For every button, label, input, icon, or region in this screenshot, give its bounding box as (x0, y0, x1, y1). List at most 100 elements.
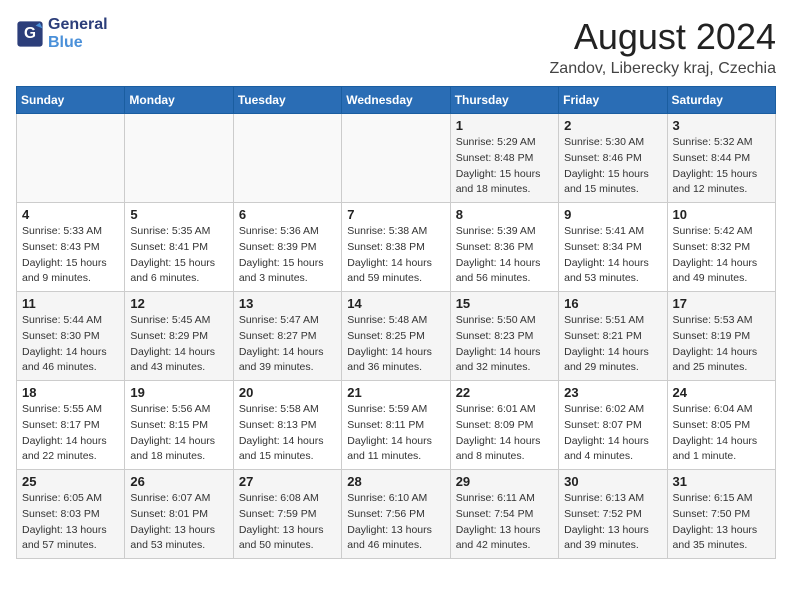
day-detail: Sunrise: 5:41 AMSunset: 8:34 PMDaylight:… (564, 224, 661, 287)
weekday-header-wednesday: Wednesday (342, 87, 450, 114)
calendar-cell (233, 114, 341, 203)
day-number: 6 (239, 207, 336, 222)
day-number: 1 (456, 118, 553, 133)
day-number: 8 (456, 207, 553, 222)
day-number: 30 (564, 474, 661, 489)
day-detail: Sunrise: 5:39 AMSunset: 8:36 PMDaylight:… (456, 224, 553, 287)
calendar-cell: 9 Sunrise: 5:41 AMSunset: 8:34 PMDaylight… (559, 203, 667, 292)
day-detail: Sunrise: 6:07 AMSunset: 8:01 PMDaylight:… (130, 491, 227, 554)
day-number: 17 (673, 296, 770, 311)
day-detail: Sunrise: 5:32 AMSunset: 8:44 PMDaylight:… (673, 135, 770, 198)
day-detail: Sunrise: 6:02 AMSunset: 8:07 PMDaylight:… (564, 402, 661, 465)
day-detail: Sunrise: 5:42 AMSunset: 8:32 PMDaylight:… (673, 224, 770, 287)
calendar-cell: 23 Sunrise: 6:02 AMSunset: 8:07 PMDayligh… (559, 381, 667, 470)
calendar-cell: 1Sunrise: 5:29 AMSunset: 8:48 PMDaylight… (450, 114, 558, 203)
svg-text:G: G (24, 25, 36, 42)
location-title: Zandov, Liberecky kraj, Czechia (550, 60, 776, 78)
calendar-cell: 5 Sunrise: 5:35 AMSunset: 8:41 PMDaylight… (125, 203, 233, 292)
day-number: 21 (347, 385, 444, 400)
calendar-cell: 30 Sunrise: 6:13 AMSunset: 7:52 PMDayligh… (559, 470, 667, 559)
day-detail: Sunrise: 5:38 AMSunset: 8:38 PMDaylight:… (347, 224, 444, 287)
calendar-cell: 6Sunrise: 5:36 AMSunset: 8:39 PMDaylight… (233, 203, 341, 292)
day-number: 20 (239, 385, 336, 400)
weekday-header-thursday: Thursday (450, 87, 558, 114)
calendar-cell: 13 Sunrise: 5:47 AMSunset: 8:27 PMDayligh… (233, 292, 341, 381)
weekday-header-saturday: Saturday (667, 87, 775, 114)
calendar-cell: 22Sunrise: 6:01 AMSunset: 8:09 PMDayligh… (450, 381, 558, 470)
day-number: 27 (239, 474, 336, 489)
page-header: G General Blue August 2024 Zandov, Liber… (16, 16, 776, 78)
day-number: 23 (564, 385, 661, 400)
day-detail: Sunrise: 6:10 AMSunset: 7:56 PMDaylight:… (347, 491, 444, 554)
day-detail: Sunrise: 6:11 AMSunset: 7:54 PMDaylight:… (456, 491, 553, 554)
day-detail: Sunrise: 6:05 AMSunset: 8:03 PMDaylight:… (22, 491, 119, 554)
day-detail: Sunrise: 6:01 AMSunset: 8:09 PMDaylight:… (456, 402, 553, 465)
day-number: 19 (130, 385, 227, 400)
calendar-cell: 15 Sunrise: 5:50 AMSunset: 8:23 PMDayligh… (450, 292, 558, 381)
day-detail: Sunrise: 6:13 AMSunset: 7:52 PMDaylight:… (564, 491, 661, 554)
calendar-cell: 14 Sunrise: 5:48 AMSunset: 8:25 PMDayligh… (342, 292, 450, 381)
day-detail: Sunrise: 5:58 AMSunset: 8:13 PMDaylight:… (239, 402, 336, 465)
day-number: 31 (673, 474, 770, 489)
day-number: 28 (347, 474, 444, 489)
day-number: 18 (22, 385, 119, 400)
day-number: 25 (22, 474, 119, 489)
logo-general: General (48, 16, 108, 34)
calendar-cell: 10 Sunrise: 5:42 AMSunset: 8:32 PMDayligh… (667, 203, 775, 292)
week-row-5: 25 Sunrise: 6:05 AMSunset: 8:03 PMDayligh… (17, 470, 776, 559)
logo-text-block: General Blue (48, 16, 108, 51)
day-number: 11 (22, 296, 119, 311)
day-number: 10 (673, 207, 770, 222)
week-row-2: 4Sunrise: 5:33 AMSunset: 8:43 PMDaylight… (17, 203, 776, 292)
calendar-cell (342, 114, 450, 203)
day-detail: Sunrise: 5:44 AMSunset: 8:30 PMDaylight:… (22, 313, 119, 376)
calendar-cell: 26Sunrise: 6:07 AMSunset: 8:01 PMDayligh… (125, 470, 233, 559)
day-detail: Sunrise: 5:51 AMSunset: 8:21 PMDaylight:… (564, 313, 661, 376)
calendar-cell: 19 Sunrise: 5:56 AMSunset: 8:15 PMDayligh… (125, 381, 233, 470)
calendar-cell: 18 Sunrise: 5:55 AMSunset: 8:17 PMDayligh… (17, 381, 125, 470)
day-detail: Sunrise: 6:08 AMSunset: 7:59 PMDaylight:… (239, 491, 336, 554)
calendar-cell: 24Sunrise: 6:04 AMSunset: 8:05 PMDayligh… (667, 381, 775, 470)
day-detail: Sunrise: 5:30 AMSunset: 8:46 PMDaylight:… (564, 135, 661, 198)
calendar-cell: 2Sunrise: 5:30 AMSunset: 8:46 PMDaylight… (559, 114, 667, 203)
weekday-header-row: SundayMondayTuesdayWednesdayThursdayFrid… (17, 87, 776, 114)
title-area: August 2024 Zandov, Liberecky kraj, Czec… (550, 16, 776, 78)
weekday-header-monday: Monday (125, 87, 233, 114)
calendar-cell: 25 Sunrise: 6:05 AMSunset: 8:03 PMDayligh… (17, 470, 125, 559)
logo-icon: G (16, 20, 44, 48)
calendar-cell (125, 114, 233, 203)
day-detail: Sunrise: 5:47 AMSunset: 8:27 PMDaylight:… (239, 313, 336, 376)
calendar-cell: 11 Sunrise: 5:44 AMSunset: 8:30 PMDayligh… (17, 292, 125, 381)
day-number: 5 (130, 207, 227, 222)
day-number: 13 (239, 296, 336, 311)
calendar-cell: 4Sunrise: 5:33 AMSunset: 8:43 PMDaylight… (17, 203, 125, 292)
calendar-cell: 3Sunrise: 5:32 AMSunset: 8:44 PMDaylight… (667, 114, 775, 203)
day-number: 9 (564, 207, 661, 222)
week-row-4: 18 Sunrise: 5:55 AMSunset: 8:17 PMDayligh… (17, 381, 776, 470)
day-detail: Sunrise: 6:15 AMSunset: 7:50 PMDaylight:… (673, 491, 770, 554)
weekday-header-tuesday: Tuesday (233, 87, 341, 114)
day-detail: Sunrise: 5:56 AMSunset: 8:15 PMDaylight:… (130, 402, 227, 465)
day-number: 15 (456, 296, 553, 311)
day-detail: Sunrise: 5:59 AMSunset: 8:11 PMDaylight:… (347, 402, 444, 465)
day-detail: Sunrise: 5:55 AMSunset: 8:17 PMDaylight:… (22, 402, 119, 465)
weekday-header-friday: Friday (559, 87, 667, 114)
day-detail: Sunrise: 5:50 AMSunset: 8:23 PMDaylight:… (456, 313, 553, 376)
day-number: 4 (22, 207, 119, 222)
day-detail: Sunrise: 5:35 AMSunset: 8:41 PMDaylight:… (130, 224, 227, 287)
calendar-cell: 20 Sunrise: 5:58 AMSunset: 8:13 PMDayligh… (233, 381, 341, 470)
calendar-table: SundayMondayTuesdayWednesdayThursdayFrid… (16, 86, 776, 559)
calendar-cell: 17Sunrise: 5:53 AMSunset: 8:19 PMDayligh… (667, 292, 775, 381)
day-detail: Sunrise: 5:48 AMSunset: 8:25 PMDaylight:… (347, 313, 444, 376)
logo: G General Blue (16, 16, 108, 51)
calendar-cell: 21 Sunrise: 5:59 AMSunset: 8:11 PMDayligh… (342, 381, 450, 470)
logo-blue: Blue (48, 34, 108, 52)
day-number: 12 (130, 296, 227, 311)
week-row-3: 11 Sunrise: 5:44 AMSunset: 8:30 PMDayligh… (17, 292, 776, 381)
day-number: 14 (347, 296, 444, 311)
day-number: 16 (564, 296, 661, 311)
week-row-1: 1Sunrise: 5:29 AMSunset: 8:48 PMDaylight… (17, 114, 776, 203)
calendar-cell: 29Sunrise: 6:11 AMSunset: 7:54 PMDayligh… (450, 470, 558, 559)
weekday-header-sunday: Sunday (17, 87, 125, 114)
calendar-cell: 16 Sunrise: 5:51 AMSunset: 8:21 PMDayligh… (559, 292, 667, 381)
